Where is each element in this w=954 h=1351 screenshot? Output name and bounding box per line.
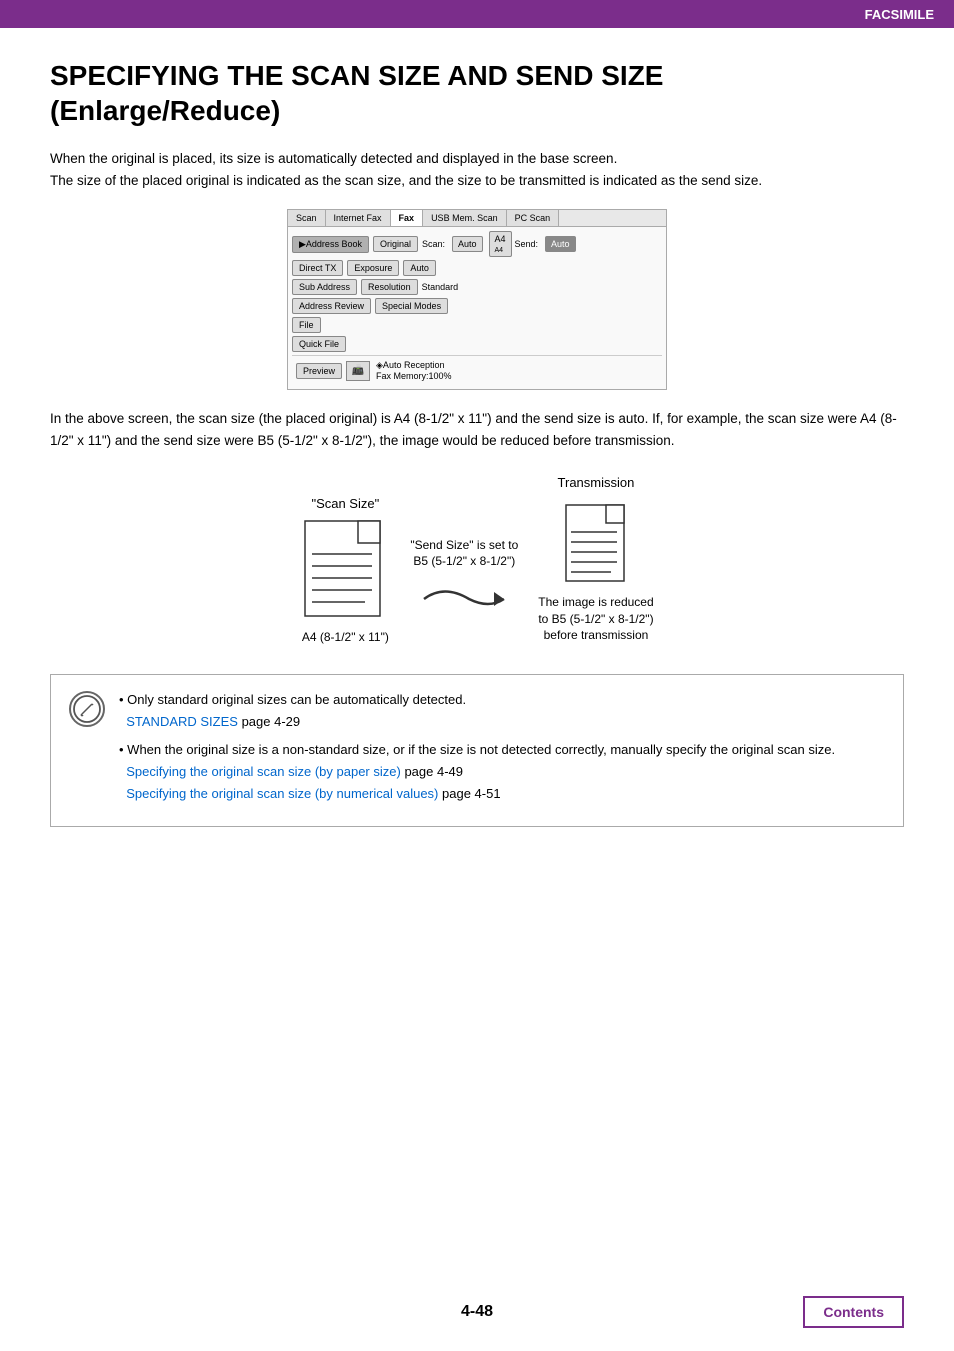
fax-row-3: Sub Address Resolution Standard	[292, 279, 662, 295]
note-content: • Only standard original sizes can be au…	[119, 689, 835, 811]
fax-row-6: Quick File	[292, 336, 662, 352]
fax-row-1: ▶Address Book Original Scan: Auto A4A4 S…	[292, 231, 662, 257]
fax-tabs: Scan Internet Fax Fax USB Mem. Scan PC S…	[288, 210, 666, 227]
section-label: FACSIMILE	[865, 7, 934, 22]
send-size-label: "Send Size" is set to B5 (5-1/2" x 8-1/2…	[410, 537, 518, 571]
auto-btn[interactable]: Auto	[403, 260, 436, 276]
fax-row-5: File	[292, 317, 662, 333]
fax-screen: Scan Internet Fax Fax USB Mem. Scan PC S…	[287, 209, 667, 390]
reduced-label: The image is reduced to B5 (5-1/2" x 8-1…	[538, 594, 653, 644]
fax-status: ◈Auto Reception Fax Memory:100%	[376, 360, 452, 381]
tab-pc-scan[interactable]: PC Scan	[507, 210, 560, 226]
scan-size-label: "Scan Size"	[311, 496, 379, 511]
transmission-label: Transmission	[558, 475, 635, 490]
tab-internet-fax[interactable]: Internet Fax	[326, 210, 391, 226]
note-box: • Only standard original sizes can be au…	[50, 674, 904, 826]
sub-address-btn[interactable]: Sub Address	[292, 279, 357, 295]
original-btn[interactable]: Original	[373, 236, 418, 252]
resolution-btn[interactable]: Resolution	[361, 279, 418, 295]
exposure-btn[interactable]: Exposure	[347, 260, 399, 276]
fax-icon: 📠	[346, 361, 370, 381]
direct-tx-btn[interactable]: Direct TX	[292, 260, 343, 276]
address-review-btn[interactable]: Address Review	[292, 298, 371, 314]
page-number: 4-48	[461, 1303, 493, 1321]
right-group: Transmission The image is reduced to B5 …	[538, 475, 653, 644]
intro-text: When the original is placed, its size is…	[50, 148, 904, 191]
send-value: Auto	[545, 236, 576, 252]
preview-btn[interactable]: Preview	[296, 363, 342, 379]
resolution-value: Standard	[422, 282, 459, 292]
page-footer: 4-48 Contents	[0, 1303, 954, 1321]
fax-row-4: Address Review Special Modes	[292, 298, 662, 314]
fax-row-2: Direct TX Exposure Auto	[292, 260, 662, 276]
file-btn[interactable]: File	[292, 317, 321, 333]
note2: • When the original size is a non-standa…	[119, 739, 835, 805]
fax-body: ▶Address Book Original Scan: Auto A4A4 S…	[288, 227, 666, 389]
tab-usb-mem-scan[interactable]: USB Mem. Scan	[423, 210, 507, 226]
middle-group: "Send Size" is set to B5 (5-1/2" x 8-1/2…	[410, 537, 518, 625]
note-icon	[69, 691, 105, 727]
tab-scan[interactable]: Scan	[288, 210, 326, 226]
reduced-doc-icon	[561, 500, 631, 590]
note1: • Only standard original sizes can be au…	[119, 689, 835, 733]
fax-footer: Preview 📠 ◈Auto Reception Fax Memory:100…	[292, 355, 662, 385]
scan-info: Scan: Auto A4A4 Send: Auto	[422, 231, 579, 257]
special-modes-btn[interactable]: Special Modes	[375, 298, 448, 314]
transmission-arrow	[414, 574, 514, 624]
diagram: "Scan Size" A4 (8-1/2" x 11") "Send Size…	[50, 475, 904, 644]
pencil-circle-icon	[73, 695, 101, 723]
address-book-btn[interactable]: ▶Address Book	[292, 236, 369, 253]
scan-size: A4A4	[489, 231, 512, 257]
fax-ui-mockup: Scan Internet Fax Fax USB Mem. Scan PC S…	[50, 209, 904, 390]
scan-size-group: "Scan Size" A4 (8-1/2" x 11")	[300, 496, 390, 644]
body-text: In the above screen, the scan size (the …	[50, 408, 904, 453]
scan-value: Auto	[452, 236, 483, 252]
scan-size-doc-icon	[300, 516, 390, 626]
standard-sizes-link[interactable]: STANDARD SIZES	[126, 714, 238, 729]
top-bar: FACSIMILE	[0, 0, 954, 28]
a4-label: A4 (8-1/2" x 11")	[302, 630, 389, 644]
specify-numerical-link[interactable]: Specifying the original scan size (by nu…	[126, 786, 438, 801]
tab-fax[interactable]: Fax	[391, 210, 424, 226]
page-title: SPECIFYING THE SCAN SIZE AND SEND SIZE (…	[50, 58, 904, 128]
quick-file-btn[interactable]: Quick File	[292, 336, 346, 352]
specify-paper-size-link[interactable]: Specifying the original scan size (by pa…	[126, 764, 401, 779]
contents-button[interactable]: Contents	[803, 1296, 904, 1328]
